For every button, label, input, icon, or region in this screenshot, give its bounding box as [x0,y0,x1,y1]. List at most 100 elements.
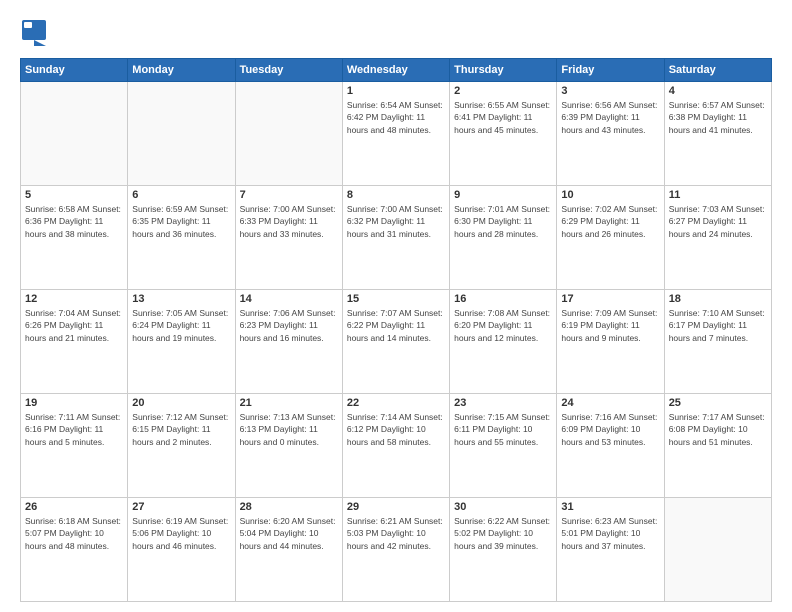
calendar-cell: 1 Sunrise: 6:54 AM Sunset: 6:42 PM Daylig… [342,82,449,186]
logo [20,18,48,50]
day-info: Sunrise: 6:19 AM Sunset: 5:06 PM Dayligh… [132,515,230,552]
day-number: 16 [454,293,552,305]
calendar-cell: 25 Sunrise: 7:17 AM Sunset: 6:08 PM Dayli… [664,394,771,498]
calendar-cell: 12 Sunrise: 7:04 AM Sunset: 6:26 PM Dayli… [21,290,128,394]
calendar-cell: 8Sunrise: 7:00 AM Sunset: 6:32 PM Daylig… [342,186,449,290]
day-number: 5 [25,189,123,201]
day-number: 24 [561,397,659,409]
calendar-cell: 5Sunrise: 6:58 AM Sunset: 6:36 PM Daylig… [21,186,128,290]
day-number: 30 [454,501,552,513]
calendar-cell: 2Sunrise: 6:55 AM Sunset: 6:41 PM Daylig… [450,82,557,186]
calendar-cell: 7Sunrise: 7:00 AM Sunset: 6:33 PM Daylig… [235,186,342,290]
day-info: Sunrise: 7:14 AM Sunset: 6:12 PM Dayligh… [347,411,445,448]
day-number: 29 [347,501,445,513]
calendar-cell: 30 Sunrise: 6:22 AM Sunset: 5:02 PM Dayli… [450,498,557,602]
day-info: Sunrise: 6:56 AM Sunset: 6:39 PM Dayligh… [561,99,659,136]
calendar-cell: 24 Sunrise: 7:16 AM Sunset: 6:09 PM Dayli… [557,394,664,498]
day-info: Sunrise: 7:10 AM Sunset: 6:17 PM Dayligh… [669,307,767,344]
day-number: 22 [347,397,445,409]
weekday-header-sunday: Sunday [21,59,128,82]
day-number: 17 [561,293,659,305]
day-number: 26 [25,501,123,513]
calendar-cell: 11 Sunrise: 7:03 AM Sunset: 6:27 PM Dayli… [664,186,771,290]
day-info: Sunrise: 7:13 AM Sunset: 6:13 PM Dayligh… [240,411,338,448]
day-info: Sunrise: 7:08 AM Sunset: 6:20 PM Dayligh… [454,307,552,344]
logo-icon [20,18,48,50]
day-info: Sunrise: 6:18 AM Sunset: 5:07 PM Dayligh… [25,515,123,552]
calendar-cell: 14 Sunrise: 7:06 AM Sunset: 6:23 PM Dayli… [235,290,342,394]
day-info: Sunrise: 7:04 AM Sunset: 6:26 PM Dayligh… [25,307,123,344]
calendar-row-1: 5Sunrise: 6:58 AM Sunset: 6:36 PM Daylig… [21,186,772,290]
calendar-cell: 15 Sunrise: 7:07 AM Sunset: 6:22 PM Dayli… [342,290,449,394]
calendar-cell: 19 Sunrise: 7:11 AM Sunset: 6:16 PM Dayli… [21,394,128,498]
calendar-cell: 3 Sunrise: 6:56 AM Sunset: 6:39 PM Daylig… [557,82,664,186]
day-number: 6 [132,189,230,201]
day-info: Sunrise: 6:22 AM Sunset: 5:02 PM Dayligh… [454,515,552,552]
day-info: Sunrise: 7:12 AM Sunset: 6:15 PM Dayligh… [132,411,230,448]
calendar-cell: 6 Sunrise: 6:59 AM Sunset: 6:35 PM Daylig… [128,186,235,290]
weekday-header-friday: Friday [557,59,664,82]
calendar-cell: 16 Sunrise: 7:08 AM Sunset: 6:20 PM Dayli… [450,290,557,394]
calendar-cell [664,498,771,602]
day-info: Sunrise: 7:07 AM Sunset: 6:22 PM Dayligh… [347,307,445,344]
day-number: 1 [347,85,445,97]
calendar-cell: 29Sunrise: 6:21 AM Sunset: 5:03 PM Dayli… [342,498,449,602]
calendar-cell: 26 Sunrise: 6:18 AM Sunset: 5:07 PM Dayli… [21,498,128,602]
page: SundayMondayTuesdayWednesdayThursdayFrid… [0,0,792,612]
day-number: 23 [454,397,552,409]
day-number: 3 [561,85,659,97]
calendar-cell: 9Sunrise: 7:01 AM Sunset: 6:30 PM Daylig… [450,186,557,290]
day-info: Sunrise: 7:03 AM Sunset: 6:27 PM Dayligh… [669,203,767,240]
calendar-cell: 27 Sunrise: 6:19 AM Sunset: 5:06 PM Dayli… [128,498,235,602]
day-number: 20 [132,397,230,409]
day-info: Sunrise: 6:59 AM Sunset: 6:35 PM Dayligh… [132,203,230,240]
day-number: 28 [240,501,338,513]
calendar-cell: 28 Sunrise: 6:20 AM Sunset: 5:04 PM Dayli… [235,498,342,602]
day-info: Sunrise: 7:17 AM Sunset: 6:08 PM Dayligh… [669,411,767,448]
day-number: 7 [240,189,338,201]
day-info: Sunrise: 7:11 AM Sunset: 6:16 PM Dayligh… [25,411,123,448]
calendar-cell [128,82,235,186]
calendar-cell: 22 Sunrise: 7:14 AM Sunset: 6:12 PM Dayli… [342,394,449,498]
calendar-cell [21,82,128,186]
day-number: 13 [132,293,230,305]
weekday-header-tuesday: Tuesday [235,59,342,82]
weekday-header-wednesday: Wednesday [342,59,449,82]
day-info: Sunrise: 6:20 AM Sunset: 5:04 PM Dayligh… [240,515,338,552]
day-number: 27 [132,501,230,513]
day-number: 15 [347,293,445,305]
day-number: 10 [561,189,659,201]
day-number: 4 [669,85,767,97]
calendar-row-3: 19 Sunrise: 7:11 AM Sunset: 6:16 PM Dayli… [21,394,772,498]
day-info: Sunrise: 7:16 AM Sunset: 6:09 PM Dayligh… [561,411,659,448]
calendar: SundayMondayTuesdayWednesdayThursdayFrid… [20,58,772,602]
day-number: 2 [454,85,552,97]
day-info: Sunrise: 7:06 AM Sunset: 6:23 PM Dayligh… [240,307,338,344]
day-number: 12 [25,293,123,305]
weekday-header-row: SundayMondayTuesdayWednesdayThursdayFrid… [21,59,772,82]
calendar-cell: 18 Sunrise: 7:10 AM Sunset: 6:17 PM Dayli… [664,290,771,394]
day-info: Sunrise: 6:54 AM Sunset: 6:42 PM Dayligh… [347,99,445,136]
day-number: 9 [454,189,552,201]
day-number: 25 [669,397,767,409]
calendar-row-4: 26 Sunrise: 6:18 AM Sunset: 5:07 PM Dayli… [21,498,772,602]
day-number: 11 [669,189,767,201]
weekday-header-saturday: Saturday [664,59,771,82]
calendar-cell: 21Sunrise: 7:13 AM Sunset: 6:13 PM Dayli… [235,394,342,498]
day-info: Sunrise: 7:15 AM Sunset: 6:11 PM Dayligh… [454,411,552,448]
calendar-row-2: 12 Sunrise: 7:04 AM Sunset: 6:26 PM Dayli… [21,290,772,394]
calendar-cell: 10 Sunrise: 7:02 AM Sunset: 6:29 PM Dayli… [557,186,664,290]
day-info: Sunrise: 6:23 AM Sunset: 5:01 PM Dayligh… [561,515,659,552]
calendar-cell: 17Sunrise: 7:09 AM Sunset: 6:19 PM Dayli… [557,290,664,394]
day-number: 18 [669,293,767,305]
day-number: 14 [240,293,338,305]
calendar-cell: 13Sunrise: 7:05 AM Sunset: 6:24 PM Dayli… [128,290,235,394]
day-number: 31 [561,501,659,513]
day-info: Sunrise: 7:02 AM Sunset: 6:29 PM Dayligh… [561,203,659,240]
calendar-row-0: 1 Sunrise: 6:54 AM Sunset: 6:42 PM Daylig… [21,82,772,186]
calendar-cell [235,82,342,186]
calendar-cell: 4Sunrise: 6:57 AM Sunset: 6:38 PM Daylig… [664,82,771,186]
calendar-cell: 31 Sunrise: 6:23 AM Sunset: 5:01 PM Dayli… [557,498,664,602]
day-number: 19 [25,397,123,409]
day-info: Sunrise: 7:00 AM Sunset: 6:32 PM Dayligh… [347,203,445,240]
